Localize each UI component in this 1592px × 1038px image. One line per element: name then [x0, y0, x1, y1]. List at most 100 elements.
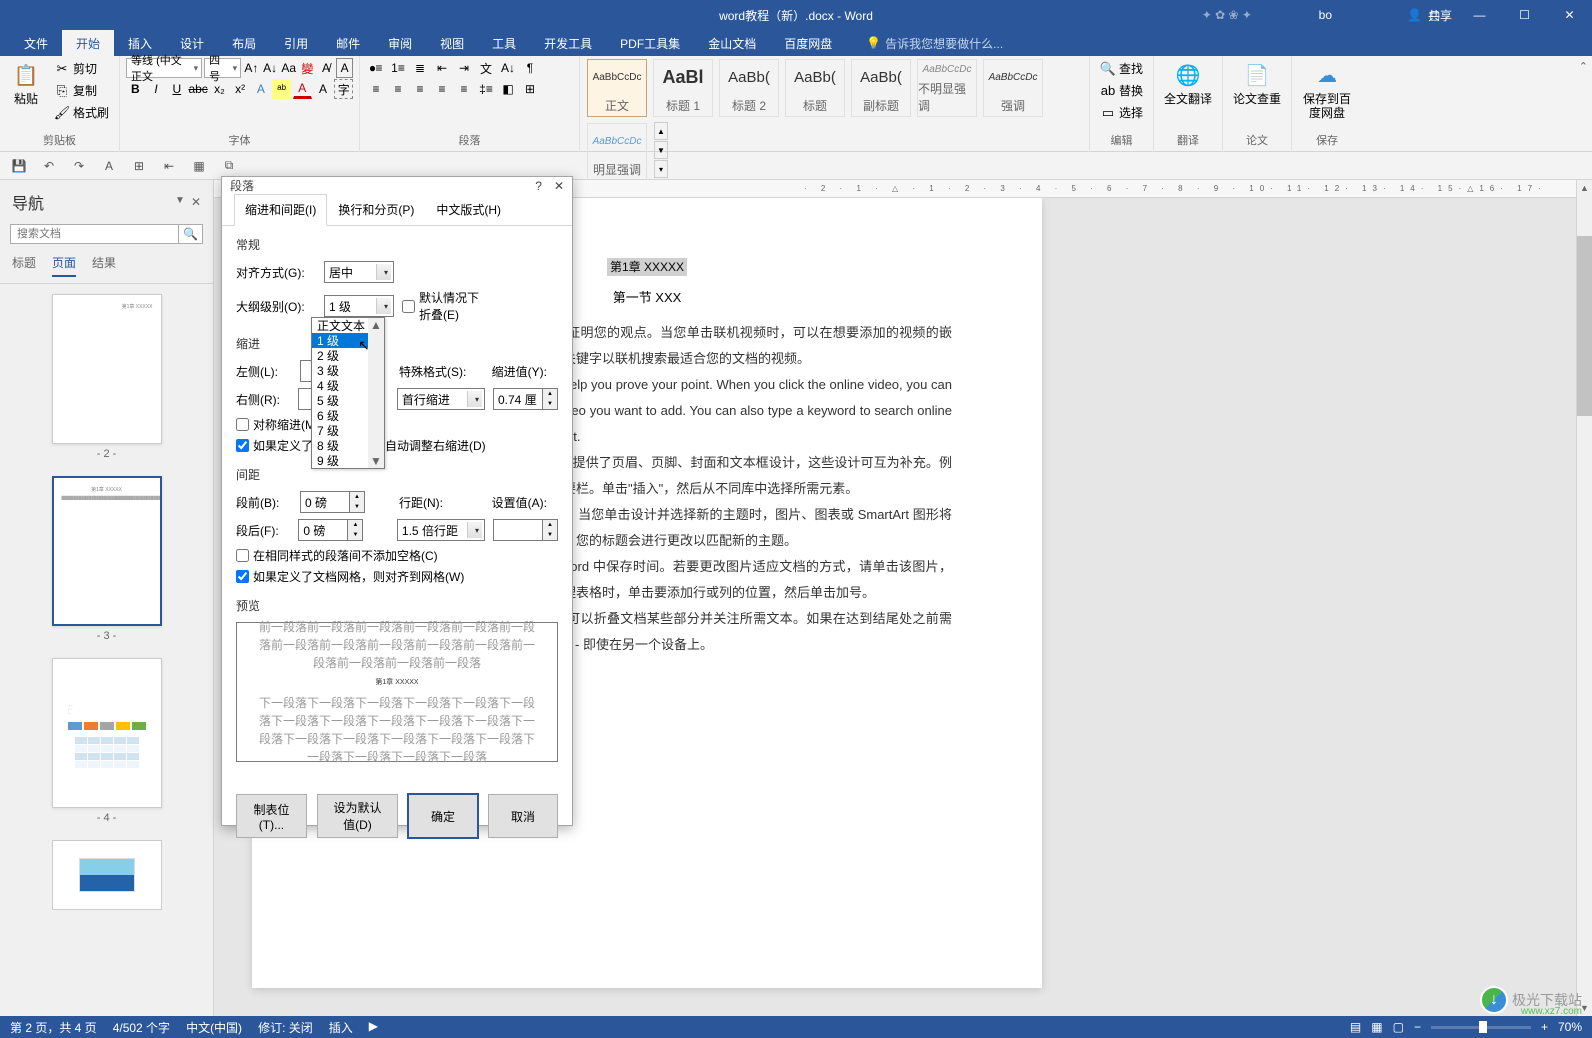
- spinner-down-icon[interactable]: ▼: [350, 502, 364, 512]
- translate-button[interactable]: 🌐全文翻译: [1160, 58, 1216, 108]
- justify-icon[interactable]: ≡: [432, 79, 452, 99]
- search-icon[interactable]: 🔍: [178, 225, 202, 243]
- strikethrough-button[interactable]: abc: [188, 79, 208, 99]
- dialog-close-icon[interactable]: ✕: [554, 179, 564, 193]
- qat-a-icon[interactable]: A: [100, 157, 118, 175]
- nospace-check-input[interactable]: [236, 549, 249, 562]
- show-marks-icon[interactable]: ¶: [520, 58, 540, 78]
- thumbnail-5[interactable]: [52, 840, 162, 910]
- tab-kingsoft[interactable]: 金山文档: [694, 30, 770, 56]
- font-size-combo[interactable]: 四号: [204, 58, 241, 78]
- indent-value-spinner[interactable]: ▲▼: [493, 388, 558, 410]
- ok-button[interactable]: 确定: [408, 794, 478, 838]
- ribbon-options-icon[interactable]: ▢: [1412, 0, 1457, 30]
- spinner-down-icon[interactable]: ▼: [348, 530, 362, 540]
- enclose-char-icon[interactable]: 字: [334, 79, 353, 99]
- decrease-indent-icon[interactable]: ⇤: [432, 58, 452, 78]
- qat-indent-icon[interactable]: ⇤: [160, 157, 178, 175]
- zoom-level[interactable]: 70%: [1558, 1020, 1582, 1034]
- qat-save-icon[interactable]: 💾: [10, 157, 28, 175]
- view-read-icon[interactable]: ▤: [1350, 1020, 1361, 1034]
- style-heading2[interactable]: AaBb(标题 2: [719, 59, 779, 117]
- spinner-up-icon[interactable]: ▲: [348, 520, 362, 530]
- change-case-icon[interactable]: Aa: [280, 58, 297, 78]
- style-heading1[interactable]: AaBl标题 1: [653, 59, 713, 117]
- tab-file[interactable]: 文件: [10, 30, 62, 56]
- space-before-input[interactable]: [300, 491, 350, 513]
- format-painter-button[interactable]: 🖌格式刷: [50, 102, 113, 123]
- tab-line-page-breaks[interactable]: 换行和分页(P): [327, 194, 425, 225]
- numbering-icon[interactable]: 1≡: [388, 58, 408, 78]
- tab-pdftools[interactable]: PDF工具集: [606, 30, 694, 56]
- tab-baidu[interactable]: 百度网盘: [770, 30, 846, 56]
- text-effects-icon[interactable]: A: [252, 79, 271, 99]
- spinner-down-icon[interactable]: ▼: [543, 530, 557, 540]
- font-color-icon[interactable]: A: [293, 79, 312, 99]
- dropdown-scrollbar[interactable]: ▲▼: [368, 318, 384, 468]
- styles-more-icon[interactable]: ▾: [654, 160, 668, 178]
- status-macro-icon[interactable]: ▶: [369, 1019, 378, 1036]
- increase-indent-icon[interactable]: ⇥: [454, 58, 474, 78]
- collapse-checkbox[interactable]: 默认情况下折叠(E): [402, 289, 482, 323]
- style-subtitle[interactable]: AaBb(副标题: [851, 59, 911, 117]
- maximize-button[interactable]: ☐: [1502, 0, 1547, 30]
- distribute-icon[interactable]: ≡: [454, 79, 474, 99]
- line-spacing-icon[interactable]: ‡≡: [476, 79, 496, 99]
- autodoc-check-input[interactable]: [236, 439, 249, 452]
- nav-tab-results[interactable]: 结果: [92, 254, 116, 277]
- status-page[interactable]: 第 2 页，共 4 页: [10, 1019, 97, 1036]
- scroll-up-icon[interactable]: ▲: [1577, 180, 1592, 196]
- styles-down-icon[interactable]: ▼: [654, 141, 668, 159]
- font-family-combo[interactable]: 等线 (中文正文: [126, 58, 202, 78]
- scroll-track[interactable]: [1577, 196, 1592, 1000]
- bullets-icon[interactable]: ⦁≡: [366, 58, 386, 78]
- asian-layout-icon[interactable]: 文: [476, 58, 496, 78]
- line-spacing-combo[interactable]: 1.5 倍行距: [397, 519, 485, 541]
- style-title[interactable]: AaBb(标题: [785, 59, 845, 117]
- space-after-spinner[interactable]: ▲▼: [298, 519, 363, 541]
- spinner-up-icon[interactable]: ▲: [543, 520, 557, 530]
- alignment-combo[interactable]: 居中: [324, 261, 394, 283]
- close-button[interactable]: ✕: [1547, 0, 1592, 30]
- status-language[interactable]: 中文(中国): [186, 1019, 242, 1036]
- borders-icon[interactable]: ⊞: [520, 79, 540, 99]
- cut-button[interactable]: ✂剪切: [50, 58, 113, 79]
- setval-input[interactable]: [493, 519, 543, 541]
- autodoc-checkbox[interactable]: 如果定义了文档网格，则自动调整右缩进(D): [236, 437, 558, 454]
- set-default-button[interactable]: 设为默认值(D): [317, 794, 398, 838]
- dialog-titlebar[interactable]: 段落 ?✕: [222, 177, 572, 194]
- space-after-input[interactable]: [298, 519, 348, 541]
- status-words[interactable]: 4/502 个字: [113, 1019, 170, 1036]
- increase-font-icon[interactable]: A↑: [243, 58, 260, 78]
- style-normal[interactable]: AaBbCcDc正文: [587, 59, 647, 117]
- highlight-icon[interactable]: ᵃᵇ: [272, 79, 291, 99]
- tabstops-button[interactable]: 制表位(T)...: [236, 794, 307, 838]
- vertical-scrollbar[interactable]: ▲ ▼: [1576, 180, 1592, 1016]
- tab-review[interactable]: 审阅: [374, 30, 426, 56]
- tab-developer[interactable]: 开发工具: [530, 30, 606, 56]
- nospace-checkbox[interactable]: 在相同样式的段落间不添加空格(C): [236, 547, 558, 564]
- outline-level-combo[interactable]: 1 级: [324, 295, 394, 317]
- view-web-icon[interactable]: ▢: [1393, 1020, 1404, 1034]
- special-format-combo[interactable]: 首行缩进: [397, 388, 485, 410]
- nav-tab-headings[interactable]: 标题: [12, 254, 36, 277]
- char-shading-icon[interactable]: A: [314, 79, 333, 99]
- thesis-button[interactable]: 📄论文查重: [1229, 58, 1285, 108]
- zoom-in-icon[interactable]: +: [1541, 1020, 1548, 1034]
- collapse-ribbon-icon[interactable]: ⌃: [1579, 60, 1588, 73]
- tab-indent-spacing[interactable]: 缩进和间距(I): [234, 194, 327, 226]
- tab-view[interactable]: 视图: [426, 30, 478, 56]
- nav-close-icon[interactable]: ✕: [191, 195, 201, 209]
- sort-icon[interactable]: A↓: [498, 58, 518, 78]
- copy-button[interactable]: ⎘复制: [50, 80, 113, 101]
- spinner-down-icon[interactable]: ▼: [543, 399, 557, 409]
- decrease-font-icon[interactable]: A↓: [262, 58, 279, 78]
- baidu-save-button[interactable]: ☁保存到百度网盘: [1298, 58, 1356, 122]
- tell-me[interactable]: 💡 告诉我您想要做什么...: [866, 35, 1003, 52]
- tab-references[interactable]: 引用: [270, 30, 322, 56]
- setval-spinner[interactable]: ▲▼: [493, 519, 558, 541]
- zoom-slider[interactable]: [1431, 1026, 1531, 1029]
- thumbnail-2[interactable]: 第1章 XXXXX - 2 -: [52, 294, 162, 464]
- qat-cell-icon[interactable]: ▦: [190, 157, 208, 175]
- mirror-check-input[interactable]: [236, 418, 249, 431]
